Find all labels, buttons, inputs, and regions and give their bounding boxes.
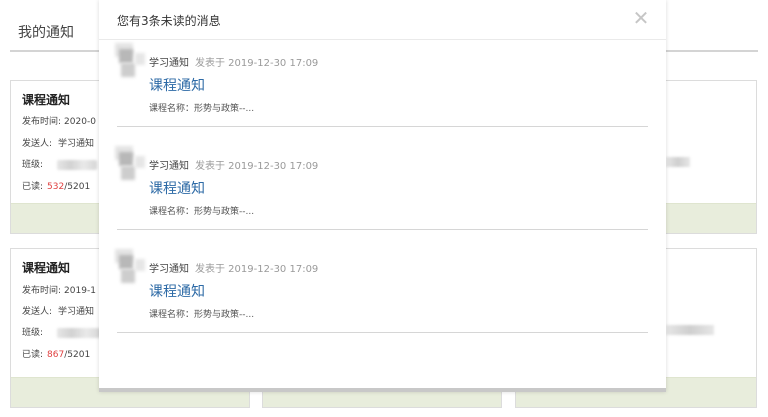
message-subject-link[interactable]: 课程通知 bbox=[149, 75, 205, 95]
redacted-class bbox=[666, 157, 690, 167]
card-date: 发布时间: 2020-0 bbox=[22, 117, 96, 127]
read-count: 532 bbox=[47, 182, 65, 192]
message-sender: 学习通知 bbox=[149, 58, 189, 69]
avatar bbox=[107, 249, 147, 287]
message-item[interactable]: 学习通知 发表于 2019-12-30 17:09 课程通知 课程名称：形势与政策… bbox=[115, 144, 648, 230]
message-course: 课程名称：形势与政策--... bbox=[149, 310, 255, 320]
message-meta: 学习通知 发表于 2019-12-30 17:09 bbox=[149, 54, 318, 69]
avatar bbox=[107, 146, 147, 184]
message-subject-link[interactable]: 课程通知 bbox=[149, 178, 205, 198]
modal-header: 您有3条未读的消息 ✕ bbox=[99, 0, 666, 40]
card-class: 班级: bbox=[22, 157, 98, 170]
redacted-class bbox=[57, 159, 98, 170]
card-title: 课程通知 bbox=[22, 261, 71, 275]
card-read-stats: 已读: 867/5201 bbox=[22, 350, 91, 360]
message-item[interactable]: 学习通知 发表于 2019-12-30 17:09 课程通知 课程名称：形势与政策… bbox=[115, 41, 648, 127]
card-title: 课程通知 bbox=[22, 93, 71, 107]
card-sender: 发送人: 学习通知 bbox=[22, 307, 95, 317]
card-read-stats: 已读: 532/5201 bbox=[22, 182, 91, 192]
message-course: 课程名称：形势与政策--... bbox=[149, 104, 255, 114]
message-item[interactable]: 学习通知 发表于 2019-12-30 17:09 课程通知 课程名称：形势与政策… bbox=[115, 247, 648, 333]
close-icon[interactable]: ✕ bbox=[630, 7, 652, 29]
card-class: 班级: bbox=[22, 325, 102, 338]
message-subject-link[interactable]: 课程通知 bbox=[149, 281, 205, 301]
page-title: 我的通知 bbox=[18, 25, 74, 41]
redacted-class bbox=[666, 325, 714, 335]
message-meta: 学习通知 发表于 2019-12-30 17:09 bbox=[149, 260, 318, 275]
card-date: 发布时间: 2019-1 bbox=[22, 286, 96, 296]
message-meta: 学习通知 发表于 2019-12-30 17:09 bbox=[149, 157, 318, 172]
message-course: 课程名称：形势与政策--... bbox=[149, 207, 255, 217]
modal-title: 您有3条未读的消息 bbox=[117, 14, 221, 28]
message-time: 发表于 2019-12-30 17:09 bbox=[195, 161, 319, 172]
card-sender: 发送人: 学习通知 bbox=[22, 139, 95, 149]
read-count: 867 bbox=[47, 350, 65, 360]
avatar bbox=[107, 43, 147, 81]
redacted-class bbox=[57, 327, 102, 338]
unread-messages-modal: 您有3条未读的消息 ✕ 学习通知 发表于 2019-12-30 17:09 课程通… bbox=[99, 0, 666, 392]
message-sender: 学习通知 bbox=[149, 264, 189, 275]
message-time: 发表于 2019-12-30 17:09 bbox=[195, 58, 319, 69]
message-time: 发表于 2019-12-30 17:09 bbox=[195, 264, 319, 275]
message-sender: 学习通知 bbox=[149, 161, 189, 172]
